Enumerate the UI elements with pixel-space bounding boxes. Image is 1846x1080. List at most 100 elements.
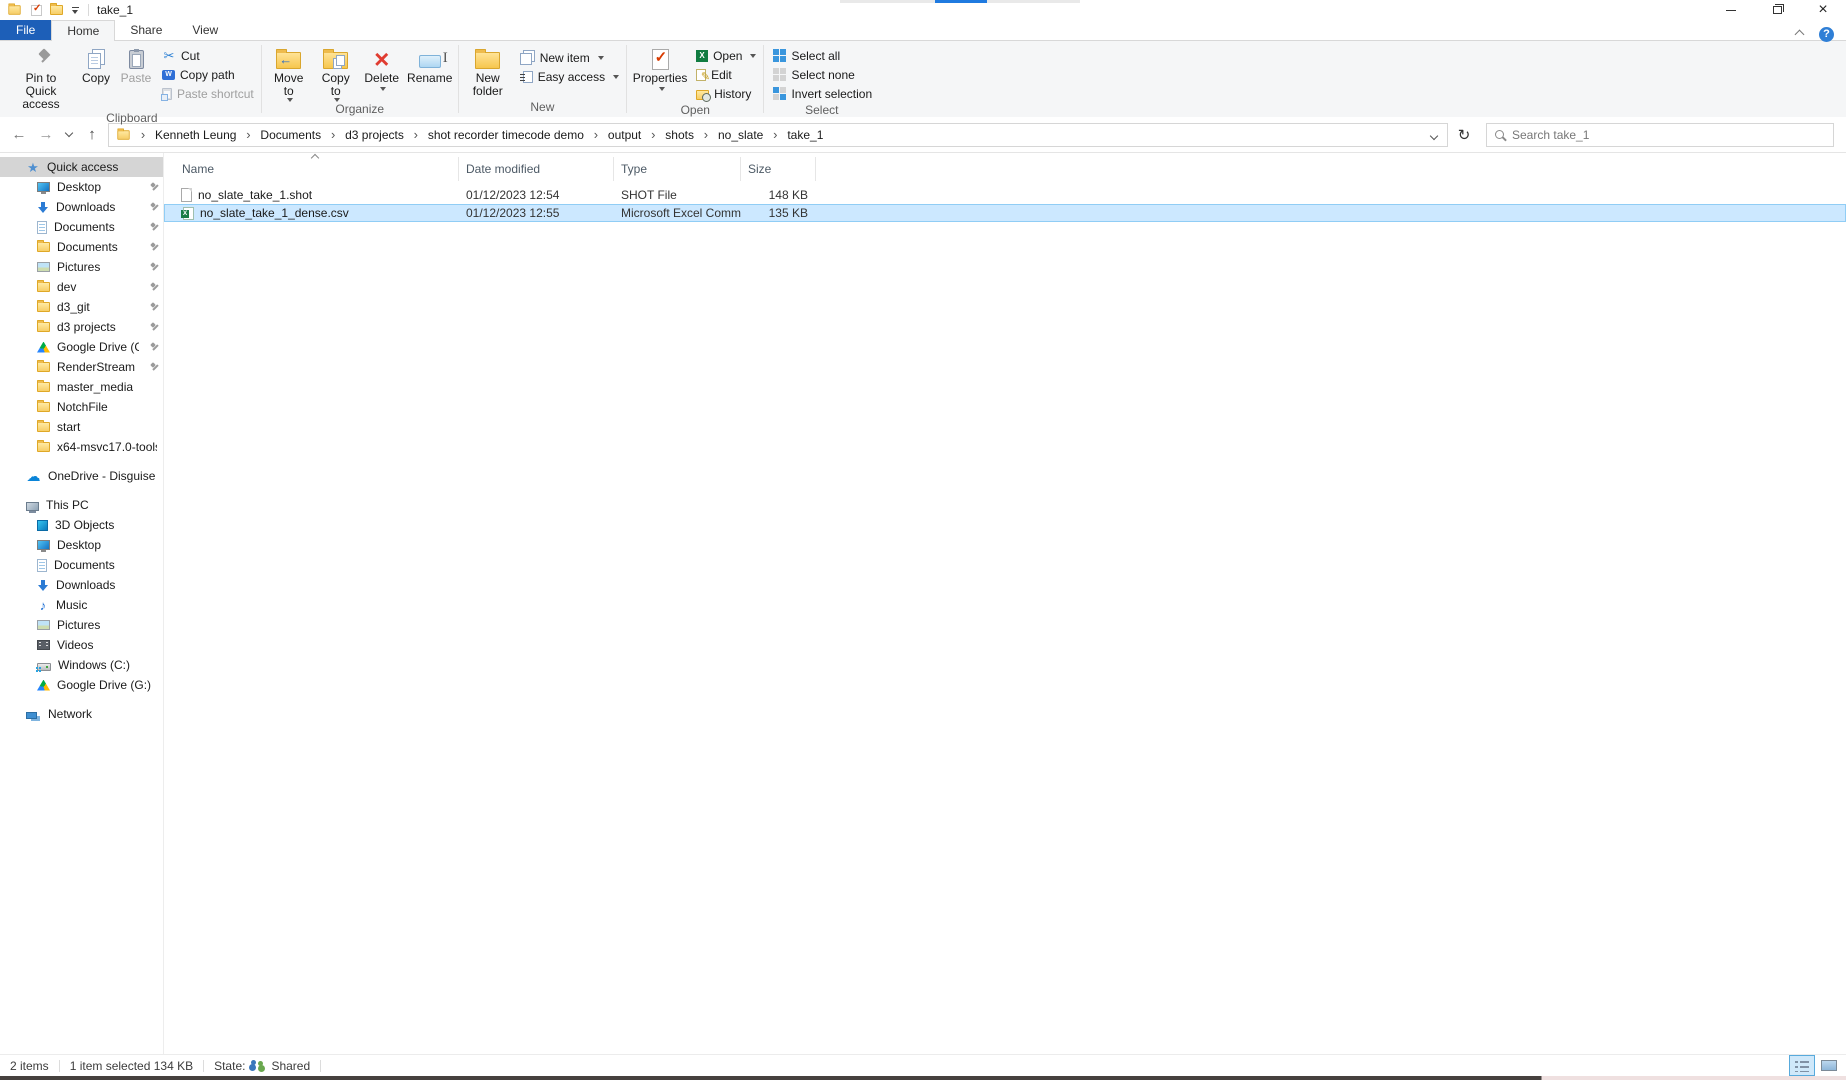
copy-to-label: Copy to (320, 72, 352, 98)
sidebar-item-dev[interactable]: dev (0, 277, 163, 297)
sidebar-item-d3-projects[interactable]: d3 projects (0, 317, 163, 337)
copy-to-button[interactable]: Copy to (313, 43, 359, 102)
file-row-shot[interactable]: no_slate_take_1.shot 01/12/2023 12:54 SH… (164, 186, 1846, 204)
chevron-right-icon[interactable] (328, 127, 338, 142)
sidebar-item-videos[interactable]: Videos (0, 635, 163, 655)
breadcrumb-item[interactable]: Kenneth Leung (150, 128, 241, 142)
chevron-right-icon[interactable] (770, 127, 780, 142)
chevron-right-icon[interactable] (701, 127, 711, 142)
properties-button[interactable]: Properties (630, 43, 690, 93)
new-item-button[interactable]: New item (516, 48, 623, 67)
minimize-icon (1726, 10, 1736, 11)
sidebar-item-pictures-pc[interactable]: Pictures (0, 615, 163, 635)
sidebar-item-notchfile[interactable]: NotchFile (0, 397, 163, 417)
sidebar-item-this-pc[interactable]: This PC (0, 495, 163, 515)
tab-share[interactable]: Share (115, 20, 177, 40)
column-header-type[interactable]: Type (614, 157, 741, 181)
statusbar-separator (203, 1060, 204, 1072)
column-header-size[interactable]: Size (741, 157, 816, 181)
sidebar-item-downloads-pc[interactable]: Downloads (0, 575, 163, 595)
properties-qat-icon[interactable] (31, 5, 42, 16)
tab-file[interactable]: File (0, 20, 51, 40)
chevron-right-icon[interactable] (411, 127, 421, 142)
move-to-button[interactable]: Move to (265, 43, 313, 102)
help-icon[interactable] (1819, 27, 1834, 42)
sidebar-item-documents-pc[interactable]: Documents (0, 555, 163, 575)
close-button[interactable] (1800, 0, 1846, 20)
breadcrumb-item[interactable]: d3 projects (340, 128, 409, 142)
copy-path-icon (162, 70, 175, 80)
chevron-right-icon[interactable] (648, 127, 658, 142)
sidebar-item-network[interactable]: Network (0, 704, 163, 724)
chevron-right-icon[interactable] (243, 127, 253, 142)
sidebar-item-pictures[interactable]: Pictures (0, 257, 163, 277)
breadcrumb-item[interactable]: Documents (255, 128, 326, 142)
sidebar-item-x64-toolset[interactable]: x64-msvc17.0-toolset143- (0, 437, 163, 457)
easy-access-button[interactable]: Easy access (516, 67, 623, 86)
select-all-button[interactable]: Select all (769, 46, 876, 65)
state-value: Shared (271, 1059, 310, 1073)
sidebar-item-google-drive[interactable]: Google Drive (G:) (0, 337, 163, 357)
desktop-icon (37, 540, 50, 550)
search-box (1486, 123, 1834, 147)
sidebar-item-google-drive-pc[interactable]: Google Drive (G:) (0, 675, 163, 695)
minimize-button[interactable] (1708, 0, 1754, 20)
address-bar[interactable]: Kenneth Leung Documents d3 projects shot… (108, 123, 1448, 147)
copy-button[interactable]: Copy (76, 43, 116, 85)
history-button[interactable]: History (692, 84, 760, 103)
column-header-date-modified[interactable]: Date modified (459, 157, 614, 181)
paste-shortcut-button[interactable]: Paste shortcut (158, 84, 258, 103)
invert-selection-button[interactable]: Invert selection (769, 84, 876, 103)
invert-selection-icon (773, 87, 786, 100)
large-icons-view-button[interactable] (1817, 1056, 1841, 1075)
refresh-button[interactable] (1453, 124, 1475, 146)
column-header-name[interactable]: Name (164, 157, 459, 181)
sidebar-item-onedrive[interactable]: OneDrive - Disguise System (0, 466, 163, 486)
sidebar-item-master-media[interactable]: master_media (0, 377, 163, 397)
new-folder-button[interactable]: New folder (462, 43, 514, 98)
scissors-icon (162, 49, 176, 63)
sidebar-item-downloads[interactable]: Downloads (0, 197, 163, 217)
sidebar-item-d3-git[interactable]: d3_git (0, 297, 163, 317)
sidebar-item-3d-objects[interactable]: 3D Objects (0, 515, 163, 535)
breadcrumb-item[interactable]: shots (660, 128, 699, 142)
open-button[interactable]: Open (692, 46, 760, 65)
sidebar-item-quick-access[interactable]: Quick access (0, 157, 163, 177)
details-view-button[interactable] (1790, 1056, 1814, 1075)
tab-home[interactable]: Home (51, 20, 115, 41)
rename-button[interactable]: Rename (405, 43, 455, 85)
paste-button[interactable]: Paste (116, 43, 156, 85)
sidebar-item-desktop-pc[interactable]: Desktop (0, 535, 163, 555)
file-row-csv-selected[interactable]: no_slate_take_1_dense.csv 01/12/2023 12:… (164, 204, 1846, 222)
copy-path-button[interactable]: Copy path (158, 65, 258, 84)
cut-button[interactable]: Cut (158, 46, 258, 65)
pages-overlay-icon (336, 55, 345, 66)
left-arrow-icon (279, 53, 292, 67)
sidebar-item-start[interactable]: start (0, 417, 163, 437)
sidebar-item-label: Documents (54, 558, 157, 572)
sidebar-item-renderstream-projects[interactable]: RenderStream Projects (0, 357, 163, 377)
sidebar-item-documents[interactable]: Documents (0, 217, 163, 237)
edit-button[interactable]: Edit (692, 65, 760, 84)
breadcrumb-item[interactable]: shot recorder timecode demo (423, 128, 589, 142)
folder-qat-icon[interactable] (50, 5, 63, 15)
breadcrumb-item[interactable]: take_1 (782, 128, 828, 142)
tab-view[interactable]: View (177, 20, 233, 40)
pin-to-quick-access-button[interactable]: Pin to Quick access (6, 43, 76, 111)
sidebar-item-windows-c[interactable]: Windows (C:) (0, 655, 163, 675)
sidebar-item-desktop[interactable]: Desktop (0, 177, 163, 197)
delete-button[interactable]: Delete (359, 43, 405, 93)
restore-button[interactable] (1754, 0, 1800, 20)
sidebar-item-documents-folder[interactable]: Documents (0, 237, 163, 257)
breadcrumb-item[interactable]: output (603, 128, 646, 142)
search-input[interactable] (1512, 128, 1825, 142)
pin-icon (146, 202, 157, 213)
customize-qat-dropdown-icon[interactable] (71, 5, 80, 15)
select-none-button[interactable]: Select none (769, 65, 876, 84)
chevron-right-icon[interactable] (591, 127, 601, 142)
address-history-dropdown[interactable] (1431, 128, 1441, 142)
breadcrumb-item[interactable]: no_slate (713, 128, 768, 142)
collapse-ribbon-icon[interactable] (1795, 29, 1805, 39)
sidebar-item-music[interactable]: Music (0, 595, 163, 615)
new-folder-label: New folder (469, 72, 507, 98)
